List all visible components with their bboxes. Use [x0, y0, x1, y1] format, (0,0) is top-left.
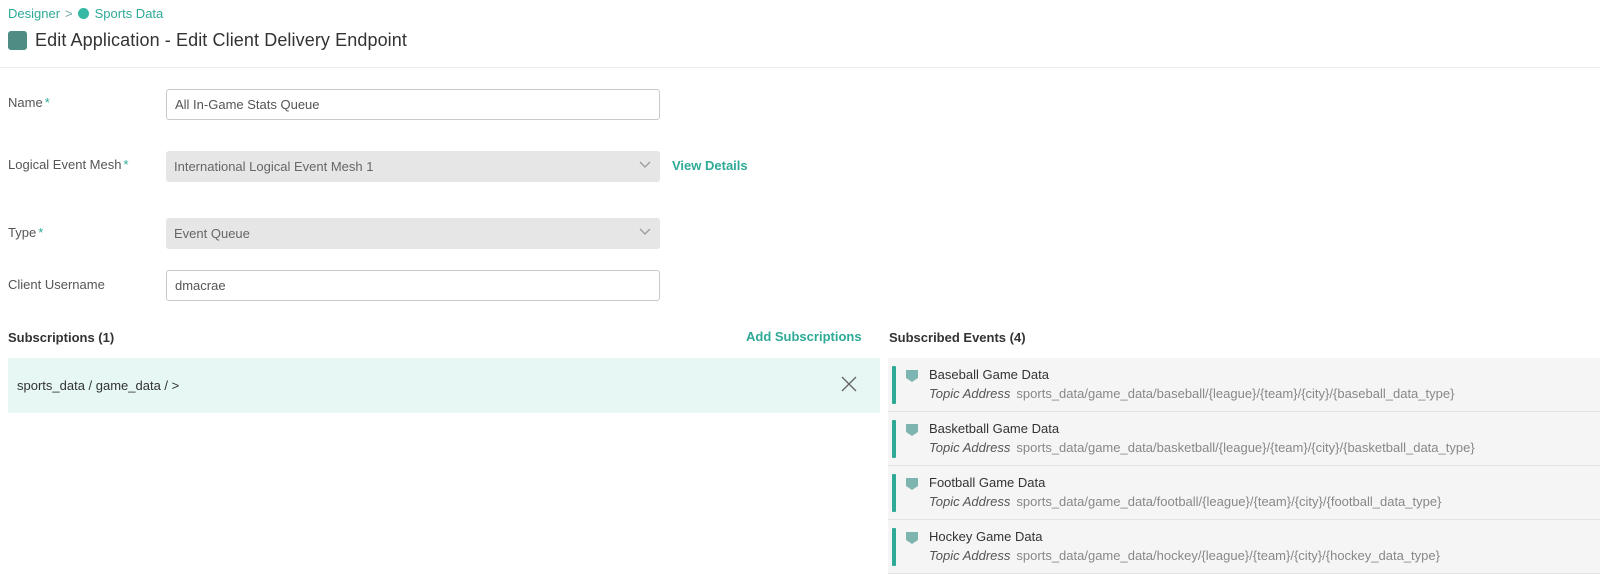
event-icon — [906, 424, 918, 436]
mesh-label-text: Logical Event Mesh — [8, 157, 122, 172]
topic-address-value: sports_data/game_data/basketball/{league… — [1016, 440, 1475, 455]
breadcrumb-designer-link[interactable]: Designer — [8, 6, 60, 21]
client-username-label: Client Username — [8, 277, 105, 292]
topic-address-label: Topic Address — [929, 440, 1011, 455]
subscription-row[interactable]: sports_data / game_data / > — [8, 358, 880, 413]
event-topic: Topic Address sports_data/game_data/hocke… — [929, 548, 1440, 563]
event-icon — [906, 478, 918, 490]
type-label-text: Type — [8, 225, 37, 240]
event-row[interactable]: Baseball Game Data Topic Address sports_d… — [888, 358, 1600, 412]
event-topic: Topic Address sports_data/game_data/footb… — [929, 494, 1441, 509]
event-accent-bar — [892, 474, 896, 512]
mesh-select[interactable]: International Logical Event Mesh 1 — [166, 151, 660, 182]
client-username-input[interactable]: dmacrae — [166, 270, 660, 301]
name-label-text: Name — [8, 95, 43, 110]
event-name[interactable]: Baseball Game Data — [929, 367, 1049, 382]
required-mark: * — [44, 95, 50, 110]
add-subscriptions-link[interactable]: Add Subscriptions — [746, 329, 862, 344]
event-row[interactable]: Basketball Game Data Topic Address sports… — [888, 412, 1600, 466]
title-row: Edit Application - Edit Client Delivery … — [8, 30, 407, 51]
event-icon — [906, 370, 918, 382]
chevron-down-icon — [639, 161, 651, 168]
type-select[interactable]: Event Queue — [166, 218, 660, 249]
event-icon — [906, 532, 918, 544]
breadcrumb: Designer > Sports Data — [8, 6, 163, 21]
name-input[interactable]: All In-Game Stats Queue — [166, 89, 660, 120]
event-accent-bar — [892, 528, 896, 566]
type-label: Type * — [8, 225, 43, 240]
view-details-link[interactable]: View Details — [672, 158, 748, 173]
mesh-label: Logical Event Mesh * — [8, 157, 129, 172]
event-topic: Topic Address sports_data/game_data/baske… — [929, 440, 1475, 455]
event-name[interactable]: Football Game Data — [929, 475, 1045, 490]
event-accent-bar — [892, 420, 896, 458]
required-mark: * — [38, 225, 44, 240]
application-icon — [8, 31, 27, 50]
domain-dot-icon — [77, 8, 89, 19]
event-accent-bar — [892, 366, 896, 404]
event-topic: Topic Address sports_data/game_data/baseb… — [929, 386, 1454, 401]
name-label: Name * — [8, 95, 50, 110]
page-header: Designer > Sports Data Edit Application … — [0, 0, 1600, 68]
topic-address-label: Topic Address — [929, 494, 1011, 509]
page-title: Edit Application - Edit Client Delivery … — [35, 30, 407, 50]
breadcrumb-sports-data-link[interactable]: Sports Data — [95, 6, 164, 21]
subscribed-events-title: Subscribed Events (4) — [889, 330, 1026, 345]
topic-address-label: Topic Address — [929, 548, 1011, 563]
subscriptions-title: Subscriptions (1) — [8, 330, 115, 345]
topic-address-value: sports_data/game_data/baseball/{league}/… — [1016, 386, 1455, 401]
topic-address-value: sports_data/game_data/football/{league}/… — [1016, 494, 1442, 509]
event-row[interactable]: Hockey Game Data Topic Address sports_dat… — [888, 520, 1600, 574]
subscribed-events-list: Baseball Game Data Topic Address sports_d… — [888, 358, 1600, 574]
type-select-value: Event Queue — [174, 226, 250, 241]
mesh-select-value: International Logical Event Mesh 1 — [174, 159, 374, 174]
topic-address-value: sports_data/game_data/hockey/{league}/{t… — [1016, 548, 1440, 563]
breadcrumb-separator: > — [65, 6, 73, 21]
close-icon[interactable] — [840, 375, 858, 393]
event-name[interactable]: Hockey Game Data — [929, 529, 1042, 544]
required-mark: * — [123, 157, 129, 172]
topic-address-label: Topic Address — [929, 386, 1011, 401]
event-row[interactable]: Football Game Data Topic Address sports_d… — [888, 466, 1600, 520]
chevron-down-icon — [639, 228, 651, 235]
subscription-topic: sports_data / game_data / > — [17, 378, 180, 393]
event-name[interactable]: Basketball Game Data — [929, 421, 1059, 436]
